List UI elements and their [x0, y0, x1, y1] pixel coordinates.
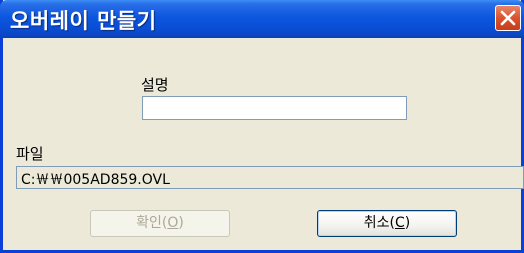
cancel-button-mnemonic: C [394, 215, 405, 231]
dialog-window: 오버레이 만들기 설명 파일 C:￦￦005AD859.OVL 확인(O) 취소… [0, 0, 524, 253]
ok-button-label: 확인( [136, 215, 168, 231]
close-icon [500, 10, 516, 26]
ok-button: 확인(O) [90, 210, 230, 237]
cancel-button-suffix: ) [404, 215, 411, 231]
ok-button-suffix: ) [178, 215, 184, 231]
description-label: 설명 [141, 76, 169, 94]
window-title: 오버레이 만들기 [10, 9, 157, 33]
file-label: 파일 [16, 145, 44, 163]
cancel-button[interactable]: 취소(C) [317, 210, 457, 237]
file-path-field: C:￦￦005AD859.OVL [16, 166, 524, 189]
close-button[interactable] [495, 5, 521, 31]
ok-button-mnemonic: O [167, 215, 179, 231]
title-bar[interactable]: 오버레이 만들기 [0, 0, 524, 38]
cancel-button-label: 취소( [363, 215, 395, 231]
description-input[interactable] [142, 96, 407, 120]
